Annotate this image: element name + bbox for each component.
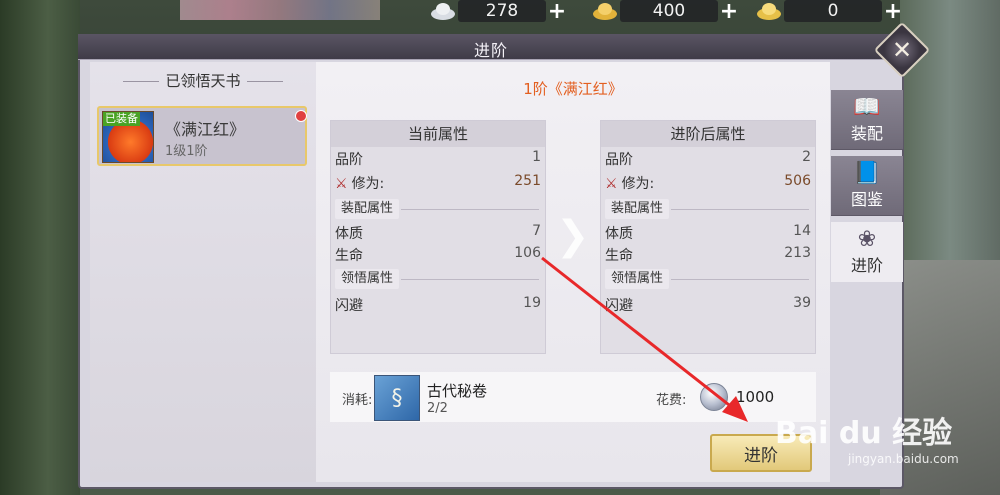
equip-attributes-header: 装配属性 bbox=[335, 199, 400, 219]
book-list-title: 已领悟天书 bbox=[90, 70, 316, 91]
add-gold-button[interactable]: + bbox=[718, 0, 740, 24]
watermark: Bai du 经验 bbox=[775, 416, 953, 451]
book-cover-icon: 已装备 bbox=[102, 111, 154, 163]
close-icon: ✕ bbox=[891, 35, 913, 64]
comprehension-attributes-header: 领悟属性 bbox=[335, 269, 400, 289]
currency-bound-gold: 0 + bbox=[754, 0, 904, 24]
divider bbox=[671, 279, 809, 280]
lotus-icon: ❀ bbox=[857, 227, 877, 252]
crossed-swords-icon: ⚔ bbox=[335, 176, 348, 192]
top-bar: 278 + 400 + 0 + bbox=[0, 0, 1000, 24]
hp-row: 生命 213 bbox=[605, 245, 811, 265]
notification-dot bbox=[295, 110, 307, 122]
constitution-value: 14 bbox=[793, 223, 811, 239]
ancient-scroll-icon[interactable]: § bbox=[374, 375, 420, 421]
grade-value: 1 bbox=[532, 149, 541, 165]
gold-amount: 400 bbox=[620, 0, 718, 22]
cost-value: 1000 bbox=[736, 388, 775, 406]
dodge-label: 闪避 bbox=[335, 298, 363, 314]
divider bbox=[401, 209, 539, 210]
window-title-bar: 进阶 bbox=[78, 34, 904, 60]
book-icon: 📖 bbox=[853, 94, 881, 120]
book-name: 《满江红》 bbox=[165, 120, 246, 139]
hp-label: 生命 bbox=[335, 248, 363, 264]
comprehension-attributes-header: 领悟属性 bbox=[605, 269, 670, 289]
dodge-value: 19 bbox=[523, 295, 541, 311]
constitution-row: 体质 7 bbox=[335, 223, 541, 243]
cultivation-value: 506 bbox=[784, 173, 811, 189]
silver-amount: 278 bbox=[458, 0, 546, 22]
dodge-label: 闪避 bbox=[605, 298, 633, 314]
tab-catalog[interactable]: 📘 图鉴 bbox=[831, 156, 903, 216]
constitution-label: 体质 bbox=[605, 226, 633, 242]
grade-label: 品阶 bbox=[335, 152, 363, 168]
chevron-right-icon: ❯ bbox=[556, 213, 590, 259]
hp-row: 生命 106 bbox=[335, 245, 541, 265]
bound-gold-icon bbox=[754, 0, 784, 22]
book-list-item[interactable]: 已装备 《满江红》 1级1阶 bbox=[97, 106, 307, 166]
tab-advance-label: 进阶 bbox=[850, 256, 883, 275]
divider bbox=[671, 209, 809, 210]
gold-ingot-icon bbox=[590, 0, 620, 22]
dodge-row: 闪避 19 bbox=[335, 295, 541, 315]
window-title: 进阶 bbox=[473, 41, 508, 60]
silver-coin-icon bbox=[700, 383, 728, 411]
tab-advance[interactable]: ❀ 进阶 bbox=[831, 222, 903, 282]
cultivation-label: 修为: bbox=[621, 176, 655, 192]
current-attributes-header: 当前属性 bbox=[331, 121, 545, 147]
hp-value: 213 bbox=[784, 245, 811, 261]
next-attributes-panel: 进阶后属性 品阶 2 ⚔ 修为: 506 装配属性 体质 14 生命 213 领悟… bbox=[600, 120, 816, 354]
bound-gold-amount: 0 bbox=[784, 0, 882, 22]
currency-gold: 400 + bbox=[590, 0, 740, 24]
tab-catalog-label: 图鉴 bbox=[850, 189, 883, 209]
divider bbox=[401, 279, 539, 280]
constitution-label: 体质 bbox=[335, 226, 363, 242]
background-left bbox=[0, 0, 80, 495]
consume-label: 消耗: bbox=[342, 393, 373, 408]
add-silver-button[interactable]: + bbox=[546, 0, 568, 24]
grade-value: 2 bbox=[802, 149, 811, 165]
equip-attributes-header: 装配属性 bbox=[605, 199, 670, 219]
add-bound-gold-button[interactable]: + bbox=[882, 0, 904, 24]
constitution-row: 体质 14 bbox=[605, 223, 811, 243]
crossed-swords-icon: ⚔ bbox=[605, 176, 618, 192]
grade-row: 品阶 2 bbox=[605, 149, 811, 169]
consume-item-count: 2/2 bbox=[427, 401, 448, 416]
tab-equip[interactable]: 📖 装配 bbox=[831, 90, 903, 150]
book-level: 1级1阶 bbox=[165, 144, 208, 159]
cultivation-row: ⚔ 修为: 251 bbox=[335, 173, 541, 193]
dodge-value: 39 bbox=[793, 295, 811, 311]
hp-label: 生命 bbox=[605, 248, 633, 264]
blurred-area bbox=[180, 0, 380, 20]
equipped-badge: 已装备 bbox=[103, 112, 140, 126]
silver-ingot-icon bbox=[428, 0, 458, 22]
advance-title: 1阶《满江红》 bbox=[523, 80, 623, 98]
cultivation-value: 251 bbox=[514, 173, 541, 189]
dodge-row: 闪避 39 bbox=[605, 295, 811, 315]
grade-label: 品阶 bbox=[605, 152, 633, 168]
cultivation-row: ⚔ 修为: 506 bbox=[605, 173, 811, 193]
catalog-icon: 📘 bbox=[853, 160, 881, 186]
cultivation-label: 修为: bbox=[351, 176, 385, 192]
consume-item-name: 古代秘卷 bbox=[427, 382, 488, 400]
next-attributes-header: 进阶后属性 bbox=[601, 121, 815, 147]
hp-value: 106 bbox=[514, 245, 541, 261]
cost-label: 花费: bbox=[656, 393, 687, 408]
watermark-url: jingyan.baidu.com bbox=[848, 452, 959, 466]
current-attributes-panel: 当前属性 品阶 1 ⚔ 修为: 251 装配属性 体质 7 生命 106 领悟属性… bbox=[330, 120, 546, 354]
tab-equip-label: 装配 bbox=[850, 123, 883, 143]
constitution-value: 7 bbox=[532, 223, 541, 239]
grade-row: 品阶 1 bbox=[335, 149, 541, 169]
currency-silver: 278 + bbox=[428, 0, 568, 24]
